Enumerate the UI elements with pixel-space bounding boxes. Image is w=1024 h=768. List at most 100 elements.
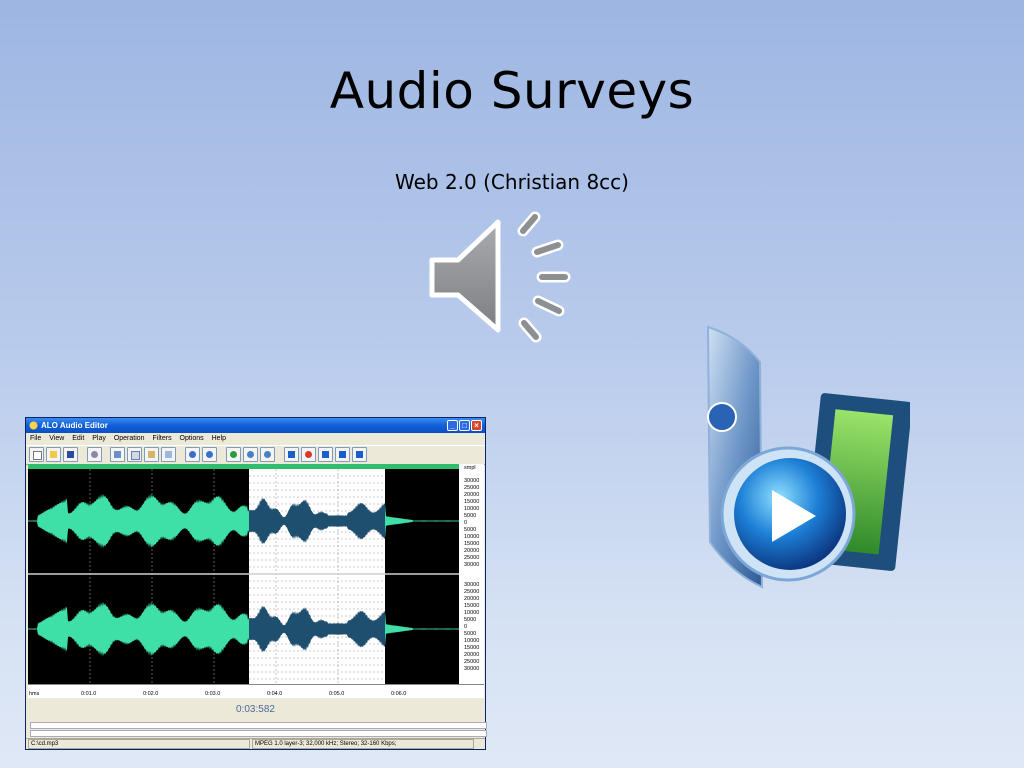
copy-icon <box>131 451 140 460</box>
stop-icon <box>356 451 363 458</box>
timeline-tick: 0:05.0 <box>329 691 345 697</box>
scale-label: 25000 <box>464 485 480 491</box>
record-icon <box>305 451 312 458</box>
save-icon <box>67 451 74 458</box>
timeline-tick: 0:03.0 <box>205 691 221 697</box>
play-selection-icon <box>339 451 346 458</box>
menu-operation[interactable]: Operation <box>114 435 145 442</box>
paste-icon <box>148 451 155 458</box>
scale-label: 10000 <box>464 534 480 540</box>
audio-editor-window: ALO Audio Editor _ □ × File View Edit Pl… <box>25 417 487 750</box>
scale-label: 30000 <box>464 478 480 484</box>
scale-label: 10000 <box>464 506 480 512</box>
status-bar: C:\cd.mp3 MPEG 1.0 layer-3; 32,000 kHz; … <box>26 738 485 750</box>
scale-label: 25000 <box>464 659 480 665</box>
copy-button[interactable] <box>127 447 142 462</box>
new-icon <box>33 451 42 460</box>
open-icon <box>50 451 57 458</box>
windows-logo-icon <box>707 402 737 432</box>
timeline-unit: hms <box>29 691 40 697</box>
scale-label: 15000 <box>464 645 480 651</box>
scale-label: 25000 <box>464 555 480 561</box>
slide-title: Audio Surveys <box>329 62 695 120</box>
scale-label: 15000 <box>464 499 480 505</box>
scale-label: 30000 <box>464 666 480 672</box>
link-icon <box>114 451 121 458</box>
paste-button[interactable] <box>144 447 159 462</box>
scale-label: 20000 <box>464 548 480 554</box>
stop-button[interactable] <box>352 447 367 462</box>
link-button[interactable] <box>110 447 125 462</box>
amplitude-scale: smpl 30000 25000 20000 15000 10000 5000 … <box>459 464 484 684</box>
minimize-button[interactable]: _ <box>447 420 458 431</box>
scale-label: 20000 <box>464 596 480 602</box>
waveform-channel-2 <box>28 601 459 657</box>
play-icon <box>288 451 295 458</box>
scale-label: 15000 <box>464 541 480 547</box>
scale-label: 30000 <box>464 562 480 568</box>
title-bar: ALO Audio Editor _ □ × <box>26 418 485 433</box>
trim-button[interactable] <box>161 447 176 462</box>
play-selection-button[interactable] <box>335 447 350 462</box>
menu-file[interactable]: File <box>30 435 41 442</box>
maximize-button[interactable]: □ <box>459 420 470 431</box>
waveform-channel-1 <box>28 493 459 549</box>
scale-label: 5000 <box>464 617 477 623</box>
settings-button[interactable] <box>87 447 102 462</box>
menu-bar: File View Edit Play Operation Filters Op… <box>26 433 485 445</box>
open-button[interactable] <box>46 447 61 462</box>
record-button[interactable] <box>301 447 316 462</box>
volume-slider[interactable] <box>30 730 487 737</box>
position-slider[interactable] <box>30 722 487 729</box>
zoom-out-button[interactable] <box>243 447 258 462</box>
save-button[interactable] <box>63 447 78 462</box>
time-readout: 0:03:582 <box>236 704 275 715</box>
timeline-tick: 0:01.0 <box>81 691 97 697</box>
menu-filters[interactable]: Filters <box>153 435 172 442</box>
scale-label: 20000 <box>464 652 480 658</box>
menu-play[interactable]: Play <box>92 435 106 442</box>
undo-icon <box>189 451 196 458</box>
zoom-fit-button[interactable] <box>260 447 275 462</box>
redo-button[interactable] <box>202 447 217 462</box>
app-icon <box>29 421 38 430</box>
scale-label: 10000 <box>464 638 480 644</box>
timeline-ruler[interactable]: hms 0:01.0 0:02.0 0:03.0 0:04.0 0:05.0 0… <box>28 684 484 698</box>
status-file: C:\cd.mp3 <box>28 739 250 749</box>
scale-label: 25000 <box>464 589 480 595</box>
zoom-in-button[interactable] <box>226 447 241 462</box>
redo-icon <box>206 451 213 458</box>
selection-region[interactable] <box>249 469 385 684</box>
scale-label: 0 <box>464 520 468 526</box>
menu-edit[interactable]: Edit <box>72 435 84 442</box>
scale-label: 5000 <box>464 527 477 533</box>
close-button[interactable]: × <box>471 420 482 431</box>
new-button[interactable] <box>29 447 44 462</box>
status-format: MPEG 1.0 layer-3; 32,000 kHz; Stereo; 32… <box>252 739 474 749</box>
windows-media-video-folder-icon <box>706 325 910 589</box>
settings-icon <box>91 451 98 458</box>
menu-view[interactable]: View <box>49 435 64 442</box>
waveform-display[interactable] <box>28 464 459 684</box>
overview-strip <box>28 464 459 469</box>
window-title: ALO Audio Editor <box>41 421 108 430</box>
menu-help[interactable]: Help <box>212 435 226 442</box>
menu-options[interactable]: Options <box>180 435 204 442</box>
slide-subtitle: Web 2.0 (Christian 8cc) <box>395 170 629 194</box>
scale-unit: smpl <box>464 465 476 471</box>
play-button[interactable] <box>284 447 299 462</box>
scale-label: 15000 <box>464 603 480 609</box>
trim-icon <box>165 451 172 458</box>
timeline-tick: 0:02.0 <box>143 691 159 697</box>
undo-button[interactable] <box>185 447 200 462</box>
zoom-out-icon <box>247 451 254 458</box>
pause-button[interactable] <box>318 447 333 462</box>
scale-label: 10000 <box>464 610 480 616</box>
pause-icon <box>322 451 329 458</box>
scale-label: 30000 <box>464 582 480 588</box>
speaker-sound-icon <box>429 211 571 343</box>
timeline-tick: 0:06.0 <box>391 691 407 697</box>
scale-label: 0 <box>464 624 468 630</box>
zoom-fit-icon <box>264 451 271 458</box>
scale-label: 20000 <box>464 492 480 498</box>
